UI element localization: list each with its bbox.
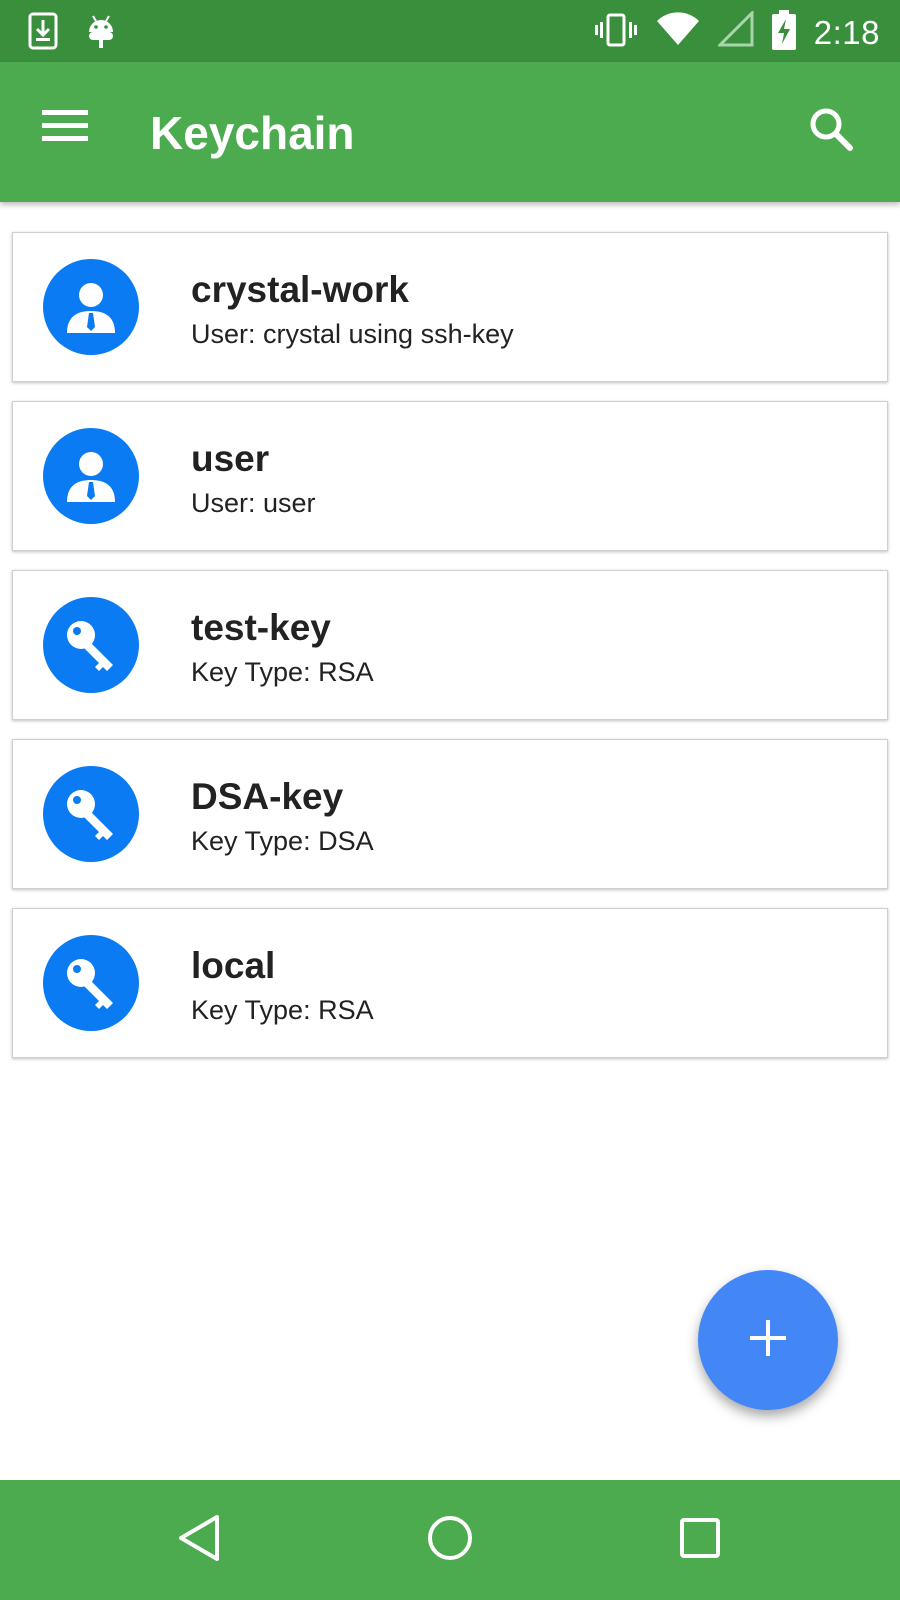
item-title: user (191, 438, 270, 479)
user-icon (43, 428, 139, 524)
add-icon (748, 1318, 788, 1363)
item-subtitle: Key Type: DSA (191, 826, 374, 856)
item-subtitle: User: crystal using ssh-key (191, 319, 514, 349)
list-item[interactable]: crystal-work User: crystal using ssh-key (12, 232, 888, 382)
menu-button[interactable] (40, 106, 100, 156)
android-debug-icon (86, 12, 116, 55)
key-icon (43, 597, 139, 693)
menu-icon (40, 110, 90, 150)
search-button[interactable] (808, 106, 860, 158)
clock: 2:18 (813, 13, 880, 51)
add-button[interactable] (698, 1270, 838, 1410)
key-icon (43, 766, 139, 862)
home-button[interactable] (420, 1510, 480, 1570)
back-icon (175, 1513, 225, 1568)
home-icon (425, 1513, 475, 1568)
cell-signal-icon (716, 9, 754, 54)
download-icon (28, 12, 58, 55)
search-icon (808, 108, 854, 156)
list-item[interactable]: user User: user (12, 401, 888, 551)
key-icon (43, 935, 139, 1031)
page-title: Keychain (150, 107, 355, 159)
item-subtitle: Key Type: RSA (191, 995, 374, 1025)
item-title: DSA-key (191, 776, 344, 817)
item-subtitle: User: user (191, 488, 316, 518)
item-title: crystal-work (191, 269, 409, 310)
keychain-list: crystal-work User: crystal using ssh-key… (12, 232, 888, 1077)
app-bar: Keychain (0, 62, 900, 202)
item-title: local (191, 945, 276, 986)
list-item[interactable]: DSA-key Key Type: DSA (12, 739, 888, 889)
navigation-bar (0, 1480, 900, 1600)
back-button[interactable] (170, 1510, 230, 1570)
recents-button[interactable] (670, 1510, 730, 1570)
item-title: test-key (191, 607, 331, 648)
list-item[interactable]: local Key Type: RSA (12, 908, 888, 1058)
battery-charging-icon (771, 10, 796, 55)
item-subtitle: Key Type: RSA (191, 657, 374, 687)
wifi-icon (656, 11, 700, 54)
vibrate-icon (594, 11, 638, 54)
list-item[interactable]: test-key Key Type: RSA (12, 570, 888, 720)
user-icon (43, 259, 139, 355)
recents-icon (675, 1513, 725, 1568)
status-bar: 2:18 (0, 0, 900, 62)
